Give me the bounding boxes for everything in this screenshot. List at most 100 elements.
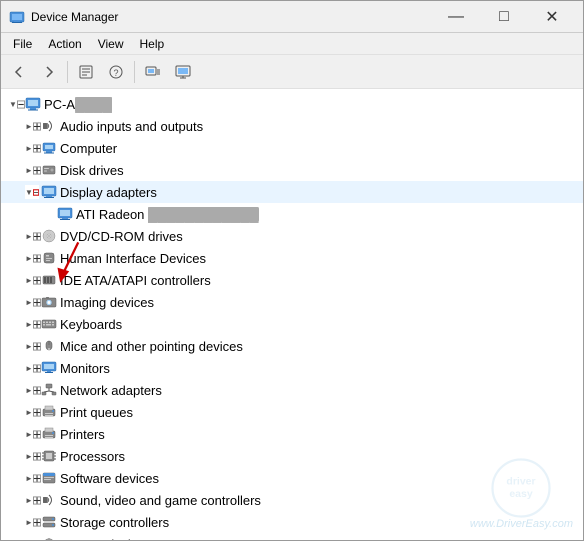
imaging-expander[interactable] <box>25 294 41 310</box>
menu-bar: File Action View Help <box>1 33 583 55</box>
device-manager-window: Device Manager — □ ✕ File Action View He… <box>0 0 584 541</box>
audio-expander[interactable] <box>25 118 41 134</box>
computer-icon <box>41 140 57 156</box>
sound-expander[interactable] <box>25 492 41 508</box>
keyboard-label: Keyboards <box>60 317 122 332</box>
close-button[interactable]: ✕ <box>529 2 575 32</box>
menu-view[interactable]: View <box>90 35 132 53</box>
title-bar: Device Manager — □ ✕ <box>1 1 583 33</box>
toolbar-sep-2 <box>134 61 135 83</box>
computer-expander[interactable] <box>25 140 41 156</box>
maximize-button[interactable]: □ <box>481 2 527 32</box>
sound-icon <box>41 492 57 508</box>
hid-expander[interactable] <box>25 250 41 266</box>
tree-monitors[interactable]: Monitors <box>1 357 583 379</box>
svg-text:?: ? <box>113 68 118 78</box>
mice-label: Mice and other pointing devices <box>60 339 243 354</box>
imaging-label: Imaging devices <box>60 295 154 310</box>
monitors-expander[interactable] <box>25 360 41 376</box>
minimize-button[interactable]: — <box>433 2 479 32</box>
tree-keyboard[interactable]: Keyboards <box>1 313 583 335</box>
keyboard-icon <box>41 316 57 332</box>
print-queues-expander[interactable] <box>25 404 41 420</box>
processors-label: Processors <box>60 449 125 464</box>
dvd-icon <box>41 228 57 244</box>
content-area[interactable]: PC-A████ Audio inputs and outputs <box>1 89 583 540</box>
ati-expander <box>41 206 57 222</box>
toolbar-properties[interactable] <box>72 58 100 86</box>
tree-display[interactable]: Display adapters <box>1 181 583 203</box>
processors-icon <box>41 448 57 464</box>
svg-text:easy: easy <box>510 488 534 500</box>
toolbar-forward[interactable] <box>35 58 63 86</box>
tree-system[interactable]: System devices <box>1 533 583 540</box>
tree-ati[interactable]: ATI Radeon ████████████ <box>1 203 583 225</box>
printers-label: Printers <box>60 427 105 442</box>
software-icon <box>41 470 57 486</box>
tree-print-queues[interactable]: Print queues <box>1 401 583 423</box>
keyboard-expander[interactable] <box>25 316 41 332</box>
window-title: Device Manager <box>31 10 433 24</box>
audio-label: Audio inputs and outputs <box>60 119 203 134</box>
tree-hid[interactable]: Human Interface Devices <box>1 247 583 269</box>
toolbar-sep-1 <box>67 61 68 83</box>
mice-expander[interactable] <box>25 338 41 354</box>
toolbar-back[interactable] <box>5 58 33 86</box>
network-expander[interactable] <box>25 382 41 398</box>
tree-dvd[interactable]: DVD/CD-ROM drives <box>1 225 583 247</box>
audio-icon <box>41 118 57 134</box>
ide-expander[interactable] <box>25 272 41 288</box>
toolbar: ? <box>1 55 583 89</box>
monitors-label: Monitors <box>60 361 110 376</box>
display-label: Display adapters <box>60 185 157 200</box>
print-queues-icon <box>41 404 57 420</box>
dvd-label: DVD/CD-ROM drives <box>60 229 183 244</box>
tree-mice[interactable]: Mice and other pointing devices <box>1 335 583 357</box>
watermark: driver easy www.DriverEasy.com <box>470 458 573 530</box>
tree-ide[interactable]: IDE ATA/ATAPI controllers <box>1 269 583 291</box>
network-label: Network adapters <box>60 383 162 398</box>
storage-label: Storage controllers <box>60 515 169 530</box>
ide-icon <box>41 272 57 288</box>
print-queues-label: Print queues <box>60 405 133 420</box>
watermark-url: www.DriverEasy.com <box>470 518 573 530</box>
menu-file[interactable]: File <box>5 35 40 53</box>
display-icon <box>41 184 57 200</box>
tree-computer[interactable]: Computer <box>1 137 583 159</box>
processors-expander[interactable] <box>25 448 41 464</box>
system-expander[interactable] <box>25 536 41 540</box>
disk-expander[interactable] <box>25 162 41 178</box>
pc-icon <box>25 96 41 112</box>
storage-icon <box>41 514 57 530</box>
storage-expander[interactable] <box>25 514 41 530</box>
imaging-icon <box>41 294 57 310</box>
toolbar-help[interactable]: ? <box>102 58 130 86</box>
tree-imaging[interactable]: Imaging devices <box>1 291 583 313</box>
menu-action[interactable]: Action <box>40 35 89 53</box>
hid-icon <box>41 250 57 266</box>
toolbar-scan[interactable] <box>139 58 167 86</box>
menu-help[interactable]: Help <box>132 35 173 53</box>
sound-label: Sound, video and game controllers <box>60 493 261 508</box>
printers-icon <box>41 426 57 442</box>
toolbar-monitor[interactable] <box>169 58 197 86</box>
root-expander[interactable] <box>9 96 25 112</box>
tree-root[interactable]: PC-A████ <box>1 93 583 115</box>
display-expander[interactable] <box>25 185 39 199</box>
ati-label: ATI Radeon ████████████ <box>76 207 259 222</box>
tree-network[interactable]: Network adapters <box>1 379 583 401</box>
dvd-expander[interactable] <box>25 228 41 244</box>
ati-icon <box>57 206 73 222</box>
tree-printers[interactable]: Printers <box>1 423 583 445</box>
tree-disk[interactable]: Disk drives <box>1 159 583 181</box>
system-icon <box>41 536 57 540</box>
software-label: Software devices <box>60 471 159 486</box>
mice-icon <box>41 338 57 354</box>
software-expander[interactable] <box>25 470 41 486</box>
disk-label: Disk drives <box>60 163 124 178</box>
system-label: System devices <box>60 537 151 541</box>
monitors-icon <box>41 360 57 376</box>
tree-audio[interactable]: Audio inputs and outputs <box>1 115 583 137</box>
printers-expander[interactable] <box>25 426 41 442</box>
ide-label: IDE ATA/ATAPI controllers <box>60 273 211 288</box>
